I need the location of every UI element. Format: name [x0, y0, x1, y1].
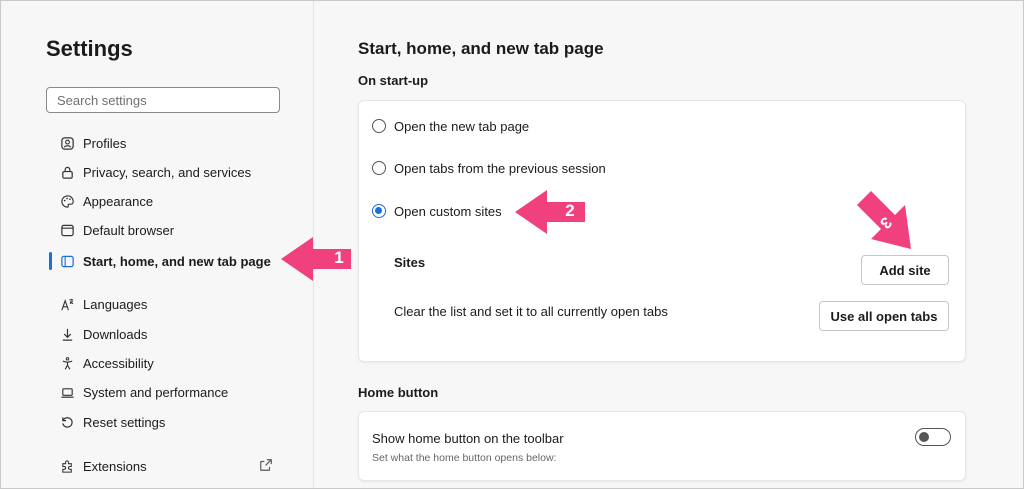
sidebar-item-accessibility[interactable]: Accessibility [59, 352, 154, 374]
sidebar-item-privacy[interactable]: Privacy, search, and services [59, 161, 251, 183]
home-button-card: Show home button on the toolbar Set what… [358, 411, 966, 481]
startup-section-label: On start-up [358, 73, 429, 88]
sidebar-item-appearance[interactable]: Appearance [59, 190, 153, 212]
sidebar-item-label: System and performance [83, 384, 229, 400]
radio-previous-session[interactable]: Open tabs from the previous session [372, 158, 606, 178]
sidebar-item-languages[interactable]: Languages [59, 293, 147, 315]
settings-title: Settings [46, 36, 133, 61]
sidebar-item-profiles[interactable]: Profiles [59, 132, 126, 154]
home-button-toggle-label: Show home button on the toolbar [372, 431, 564, 446]
radio-button[interactable] [372, 119, 386, 133]
reset-icon [59, 414, 75, 430]
sidebar-item-label: Languages [83, 296, 148, 312]
add-site-button[interactable]: Add site [861, 255, 949, 285]
languages-icon [59, 296, 75, 312]
sidebar-item-extensions[interactable]: Extensions [59, 455, 147, 477]
active-indicator [49, 252, 52, 270]
sidebar: Settings Profiles Privacy, search, and s… [1, 1, 314, 488]
sidebar-item-label: Downloads [83, 326, 148, 342]
radio-button[interactable] [372, 161, 386, 175]
sidebar-item-label: Appearance [83, 193, 154, 209]
start-page-icon [59, 253, 75, 269]
sidebar-item-system[interactable]: System and performance [59, 381, 228, 403]
accessibility-icon [59, 355, 75, 371]
radio-new-tab-page[interactable]: Open the new tab page [372, 116, 529, 136]
laptop-icon [59, 384, 75, 400]
sidebar-item-reset[interactable]: Reset settings [59, 411, 165, 433]
annotation-number-2: 2 [565, 201, 575, 220]
sidebar-item-label: Start, home, and new tab page [83, 253, 271, 269]
external-link-icon[interactable] [259, 458, 273, 472]
home-button-description: Set what the home button opens below: [372, 452, 557, 464]
puzzle-icon [59, 458, 75, 474]
sidebar-item-start-home[interactable]: Start, home, and new tab page [59, 250, 271, 272]
lock-icon [59, 164, 75, 180]
download-icon [59, 326, 75, 342]
palette-icon [59, 193, 75, 209]
sidebar-item-default-browser[interactable]: Default browser [59, 219, 174, 241]
use-all-open-tabs-button[interactable]: Use all open tabs [819, 301, 949, 331]
sidebar-item-label: Default browser [83, 222, 175, 238]
radio-label: Open custom sites [394, 203, 502, 219]
browser-icon [59, 222, 75, 238]
radio-button-selected[interactable] [372, 204, 386, 218]
sidebar-item-label: Profiles [83, 135, 127, 151]
clear-list-text: Clear the list and set it to all current… [394, 304, 668, 319]
sidebar-item-label: Privacy, search, and services [83, 164, 252, 180]
search-input[interactable] [46, 87, 280, 113]
radio-label: Open tabs from the previous session [394, 160, 606, 176]
settings-window: Settings Profiles Privacy, search, and s… [0, 0, 1024, 489]
radio-label: Open the new tab page [394, 118, 530, 134]
sites-label: Sites [394, 255, 426, 270]
sidebar-item-downloads[interactable]: Downloads [59, 323, 147, 345]
radio-custom-sites[interactable]: Open custom sites [372, 201, 502, 221]
sidebar-item-label: Extensions [83, 458, 147, 474]
sidebar-item-label: Reset settings [83, 414, 166, 430]
annotation-number-1: 1 [334, 248, 344, 267]
page-title: Start, home, and new tab page [358, 39, 604, 58]
home-button-toggle[interactable] [915, 428, 951, 446]
profile-icon [59, 135, 75, 151]
home-button-section-label: Home button [358, 385, 439, 400]
sidebar-item-label: Accessibility [83, 355, 154, 371]
